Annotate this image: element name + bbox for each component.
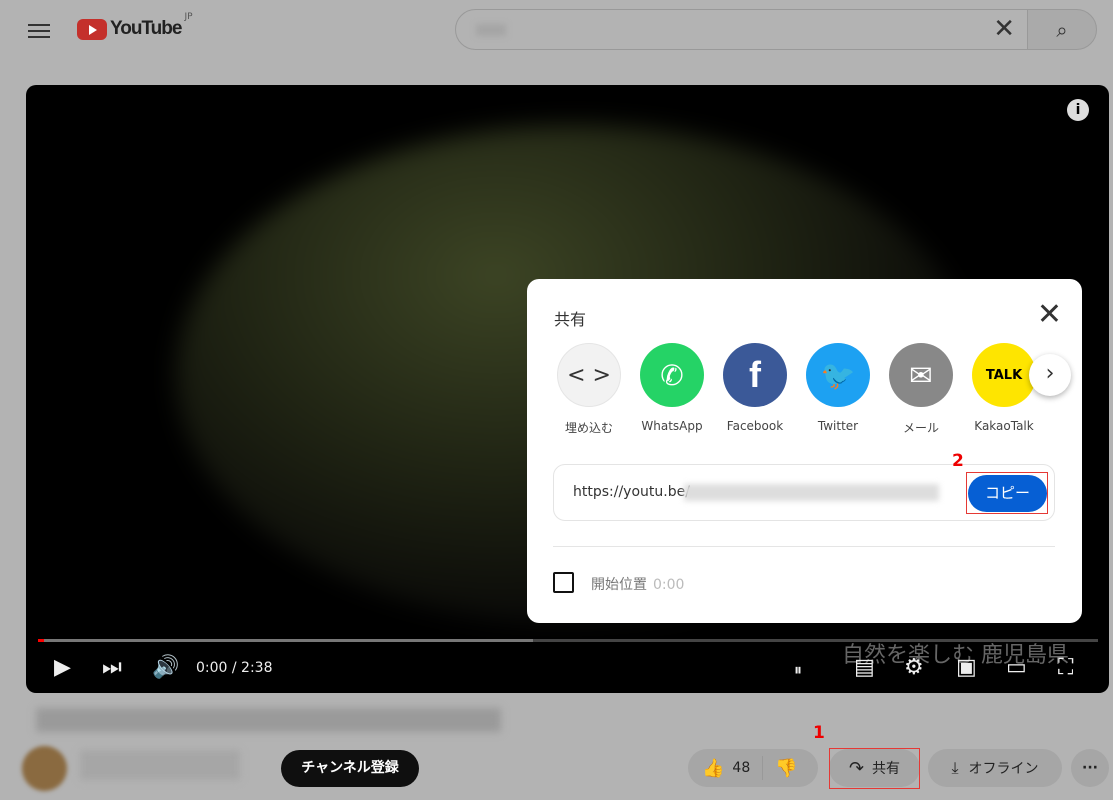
more-actions-button[interactable]: ··· — [1071, 749, 1109, 787]
offline-button[interactable]: ⤓ オフライン — [928, 749, 1062, 787]
info-icon[interactable]: i — [1067, 99, 1089, 121]
whatsapp-icon: ✆ — [640, 343, 704, 407]
share-label: 埋め込む — [564, 421, 613, 435]
start-time-input[interactable]: 0:00 — [653, 577, 684, 593]
theater-mode-icon[interactable]: ▭ — [1006, 655, 1027, 680]
time-display: 0:00 / 2:38 — [196, 660, 273, 676]
logo-text: YouTube — [110, 18, 182, 39]
dialog-title: 共有 — [554, 310, 587, 329]
video-title — [36, 708, 501, 732]
share-label: メール — [902, 421, 939, 435]
volume-icon[interactable]: 🔊 — [152, 655, 179, 680]
start-at-label: 開始位置 — [591, 577, 647, 593]
next-arrow-button[interactable]: › — [1029, 354, 1071, 396]
share-label: WhatsApp — [641, 419, 703, 433]
menu-icon[interactable] — [28, 20, 50, 42]
like-icon[interactable]: 👍 — [702, 758, 724, 779]
download-icon: ⤓ — [951, 758, 959, 777]
settings-gear-icon[interactable]: ⚙ — [904, 655, 924, 680]
search-button[interactable]: ⌕ — [1027, 9, 1097, 50]
facebook-icon: f — [723, 343, 787, 407]
divider — [553, 546, 1055, 547]
channel-name[interactable] — [80, 750, 240, 780]
share-label: KakaoTalk — [974, 419, 1034, 433]
share-twitter[interactable]: 🐦 Twitter — [806, 343, 870, 436]
share-facebook[interactable]: f Facebook — [723, 343, 787, 436]
subtitles-icon[interactable]: ▤ — [854, 655, 875, 680]
search-input[interactable]: ✕ — [455, 9, 1028, 50]
offline-label: オフライン — [968, 761, 1039, 777]
next-icon[interactable]: ⏭ — [102, 655, 122, 680]
mail-icon: ✉ — [889, 343, 953, 407]
like-dislike-group: 👍 48 👎 — [688, 749, 818, 787]
start-at-checkbox[interactable] — [553, 572, 574, 593]
share-mail[interactable]: ✉ メール — [889, 343, 953, 436]
twitter-icon: 🐦 — [806, 343, 870, 407]
clear-icon[interactable]: ✕ — [993, 14, 1015, 44]
share-url-box: https://youtu.be/ 2 コピー — [553, 451, 1055, 521]
subscribe-button[interactable]: チャンネル登録 — [281, 750, 419, 787]
channel-avatar[interactable] — [22, 746, 67, 791]
youtube-logo[interactable]: YouTube JP — [77, 12, 193, 40]
youtube-play-icon — [77, 18, 107, 40]
annotation-2: 2 — [952, 451, 964, 471]
search-icon: ⌕ — [1056, 17, 1068, 42]
like-count[interactable]: 48 — [732, 760, 750, 776]
embed-code-icon: < > — [557, 343, 621, 407]
annotation-box-1 — [829, 748, 920, 789]
autoplay-toggle[interactable]: ⏸ — [794, 660, 802, 680]
share-label: Facebook — [726, 419, 784, 433]
share-dialog: 共有 ✕ < > 埋め込む ✆ WhatsApp f Facebook 🐦 Twitte… — [527, 279, 1082, 623]
region-code: JP — [184, 12, 193, 22]
share-kakaotalk[interactable]: TALK KakaoTalk — [972, 343, 1036, 436]
close-icon[interactable]: ✕ — [1037, 297, 1062, 332]
share-embed[interactable]: < > 埋め込む — [557, 343, 621, 436]
share-label: Twitter — [817, 419, 859, 433]
share-url[interactable]: https://youtu.be/ — [573, 484, 690, 500]
kakaotalk-icon: TALK — [972, 343, 1036, 407]
share-whatsapp[interactable]: ✆ WhatsApp — [640, 343, 704, 436]
annotation-1: 1 — [813, 723, 825, 743]
fullscreen-icon[interactable]: ⛶ — [1058, 655, 1073, 680]
dislike-icon[interactable]: 👎 — [775, 758, 797, 779]
progress-bar[interactable] — [38, 639, 1098, 642]
copy-button[interactable]: コピー — [968, 475, 1047, 512]
play-icon[interactable]: ▶ — [54, 655, 71, 680]
miniplayer-icon[interactable]: ▣ — [956, 655, 977, 680]
